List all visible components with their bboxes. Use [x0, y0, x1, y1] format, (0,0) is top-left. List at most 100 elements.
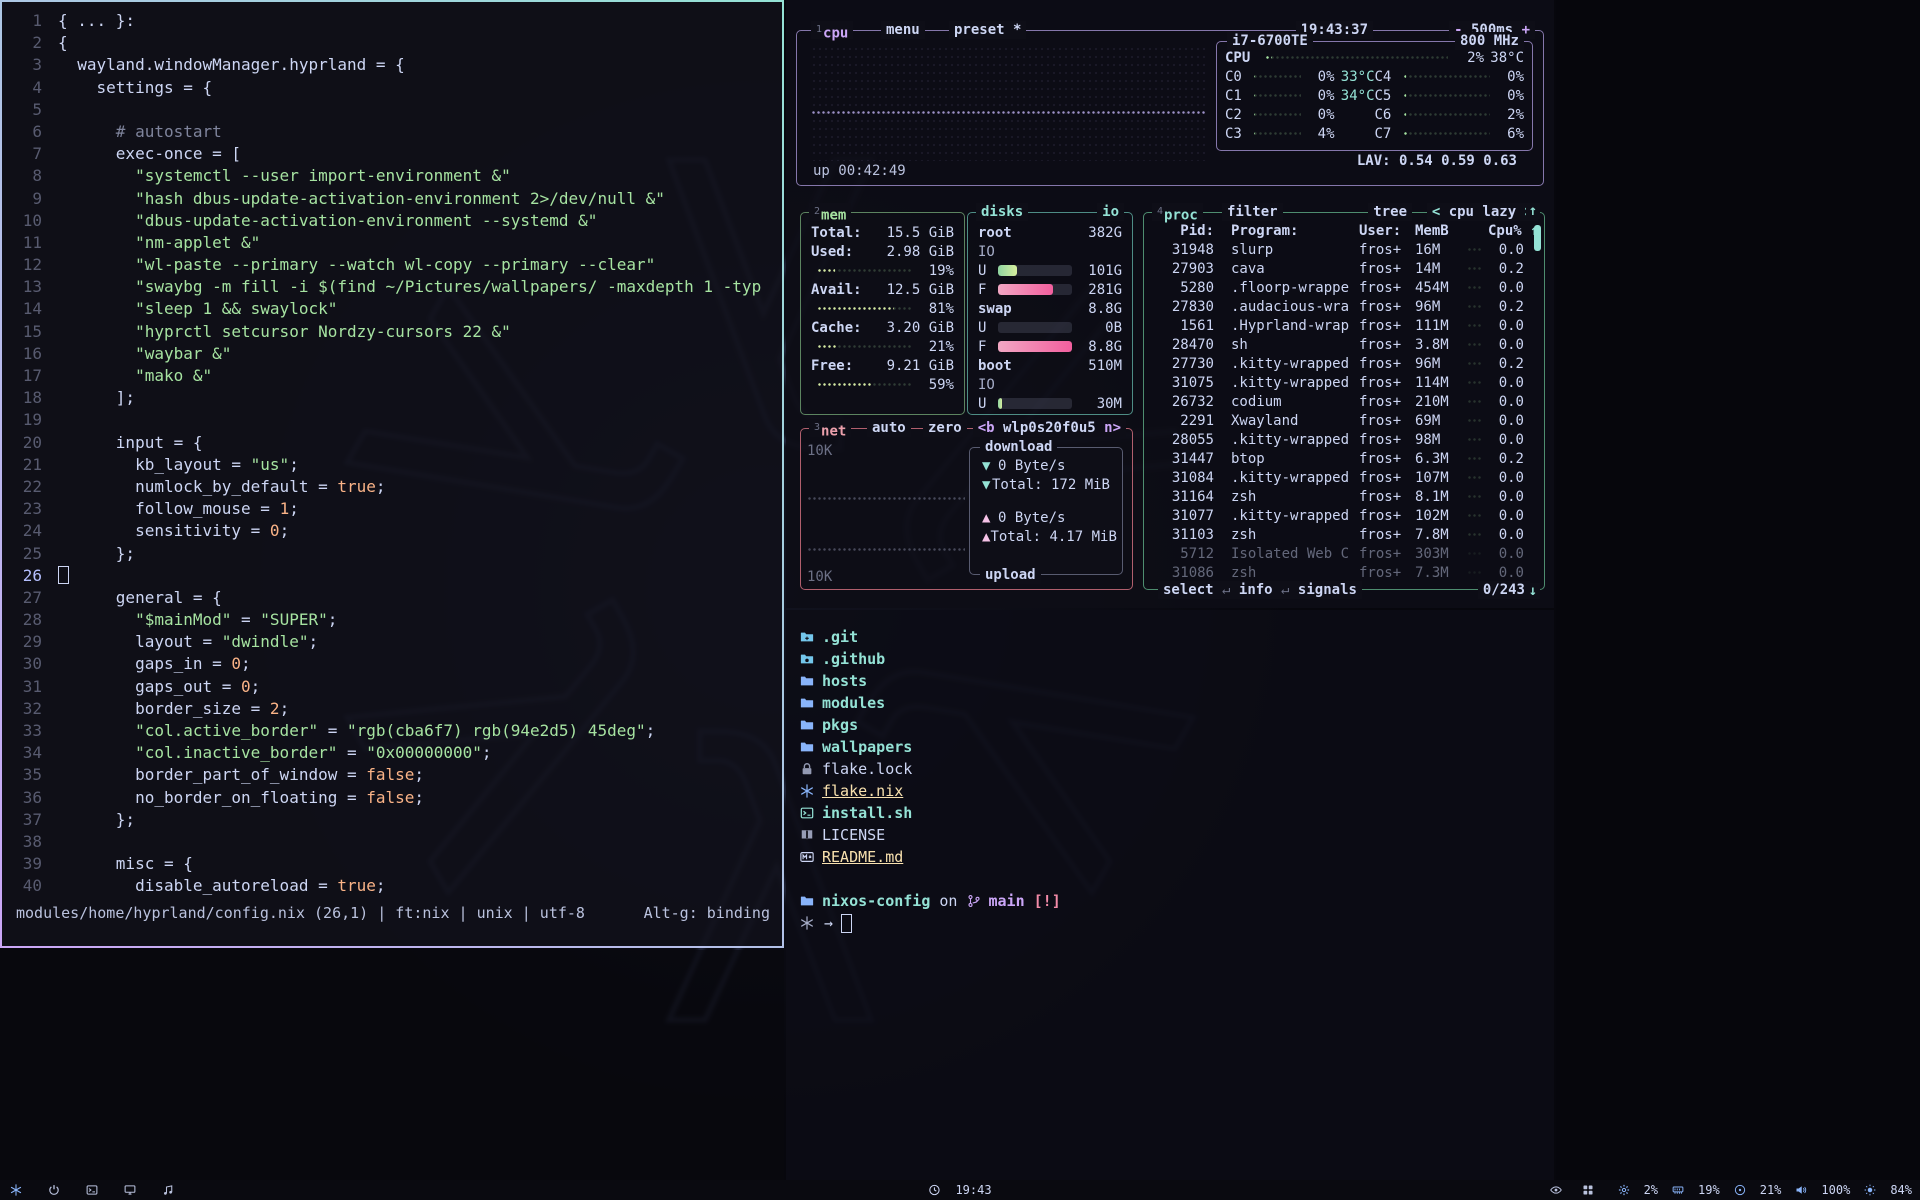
- terminal-button[interactable]: [86, 1184, 108, 1196]
- cpu-box-title[interactable]: 1cpu: [811, 21, 853, 39]
- disk-module[interactable]: 21%: [1734, 1183, 1782, 1197]
- process-row[interactable]: 31164zshfros+8.1M0.0: [1152, 487, 1534, 506]
- code-line[interactable]: 27 general = {: [2, 587, 782, 609]
- program-column-header[interactable]: Program:: [1231, 223, 1359, 239]
- memory-column-header[interactable]: MemB: [1415, 223, 1461, 239]
- tray-apps[interactable]: [1582, 1184, 1604, 1196]
- process-row[interactable]: 27903cavafros+14M0.2: [1152, 259, 1534, 278]
- code-line[interactable]: 40 disable_autoreload = true;: [2, 875, 782, 897]
- shell-input-line[interactable]: →: [800, 912, 1554, 934]
- power-button[interactable]: [48, 1184, 70, 1196]
- process-row[interactable]: 5280.floorp-wrappefros+454M0.0: [1152, 278, 1534, 297]
- code-line[interactable]: 35 border_part_of_window = false;: [2, 764, 782, 786]
- io-mode-button[interactable]: io: [1097, 203, 1124, 221]
- process-row[interactable]: 31084.kitty-wrappedfros+107M0.0: [1152, 468, 1534, 487]
- filter-button[interactable]: filter: [1222, 203, 1283, 221]
- code-line[interactable]: 14 "sleep 1 && swaylock": [2, 298, 782, 320]
- code-line[interactable]: 6 # autostart: [2, 121, 782, 143]
- process-row[interactable]: 2291Xwaylandfros+69M0.0: [1152, 411, 1534, 430]
- code-line[interactable]: 17 "mako &": [2, 365, 782, 387]
- process-row[interactable]: 26732codiumfros+210M0.0: [1152, 392, 1534, 411]
- disks-box-title[interactable]: disks: [976, 203, 1028, 221]
- process-scrollbar[interactable]: [1534, 225, 1541, 251]
- process-box-title[interactable]: 4proc: [1152, 203, 1203, 221]
- empty-bottom-left-window[interactable]: [0, 950, 784, 1182]
- code-line[interactable]: 25 };: [2, 543, 782, 565]
- preset-button[interactable]: preset *: [949, 21, 1026, 39]
- code-line[interactable]: 33 "col.active_border" = "rgb(cba6f7) rg…: [2, 720, 782, 742]
- code-line[interactable]: 16 "waybar &": [2, 343, 782, 365]
- code-line[interactable]: 30 gaps_in = 0;: [2, 653, 782, 675]
- code-line[interactable]: 4 settings = {: [2, 77, 782, 99]
- code-line[interactable]: 3 wayland.windowManager.hyprland = {: [2, 54, 782, 76]
- code-line[interactable]: 39 misc = {: [2, 853, 782, 875]
- memory-box-title[interactable]: 2mem: [809, 203, 851, 221]
- process-row[interactable]: 31086zshfros+7.3M0.0: [1152, 563, 1534, 582]
- code-line[interactable]: 5: [2, 99, 782, 121]
- menu-button[interactable]: menu: [881, 21, 925, 39]
- code-line[interactable]: 10 "dbus-update-activation-environment -…: [2, 210, 782, 232]
- code-line[interactable]: 13 "swaybg -m fill -i $(find ~/Pictures/…: [2, 276, 782, 298]
- code-line[interactable]: 18 ];: [2, 387, 782, 409]
- net-zero-button[interactable]: zero: [923, 419, 967, 437]
- user-column-header[interactable]: User:: [1359, 223, 1415, 239]
- code-line[interactable]: 37 };: [2, 809, 782, 831]
- code-line[interactable]: 15 "hyprctl setcursor Nordzy-cursors 22 …: [2, 321, 782, 343]
- code-line[interactable]: 9 "hash dbus-update-activation-environme…: [2, 188, 782, 210]
- scroll-up-arrow[interactable]: ↑: [1526, 203, 1540, 219]
- process-row[interactable]: 28470shfros+3.8M0.0: [1152, 335, 1534, 354]
- tray-idle-inhibitor[interactable]: [1550, 1184, 1572, 1196]
- interface-next-button[interactable]: n>: [1104, 420, 1121, 436]
- code-line[interactable]: 7 exec-once = [: [2, 143, 782, 165]
- code-text: follow_mouse = 1;: [58, 498, 299, 520]
- code-line[interactable]: 24 sensitivity = 0;: [2, 520, 782, 542]
- code-line[interactable]: 29 layout = "dwindle";: [2, 631, 782, 653]
- code-line[interactable]: 34 "col.inactive_border" = "0x00000000";: [2, 742, 782, 764]
- code-line[interactable]: 20 input = {: [2, 432, 782, 454]
- sort-prev-button[interactable]: <: [1432, 204, 1440, 220]
- code-line[interactable]: 8 "systemctl --user import-environment &…: [2, 165, 782, 187]
- process-row[interactable]: 31103zshfros+7.8M0.0: [1152, 525, 1534, 544]
- process-row[interactable]: 27730.kitty-wrappedfros+96M0.2: [1152, 354, 1534, 373]
- select-action[interactable]: select: [1163, 582, 1214, 598]
- cpu-module[interactable]: 2%: [1618, 1183, 1658, 1197]
- code-line[interactable]: 1{ ... }:: [2, 10, 782, 32]
- code-line[interactable]: 32 border_size = 2;: [2, 698, 782, 720]
- code-line[interactable]: 19: [2, 409, 782, 431]
- code-line[interactable]: 28 "$mainMod" = "SUPER";: [2, 609, 782, 631]
- bar-clock[interactable]: 19:43: [928, 1183, 991, 1197]
- code-line[interactable]: 22 numlock_by_default = true;: [2, 476, 782, 498]
- memory-module[interactable]: 19%: [1672, 1183, 1720, 1197]
- process-row[interactable]: 31948slurpfros+16M0.0: [1152, 240, 1534, 259]
- cpu-column-header[interactable]: Cpu% ↑: [1488, 223, 1524, 239]
- code-line[interactable]: 36 no_border_on_floating = false;: [2, 787, 782, 809]
- volume-module[interactable]: 100%: [1795, 1183, 1850, 1197]
- process-row[interactable]: 28055.kitty-wrappedfros+98M0.0: [1152, 430, 1534, 449]
- code-line[interactable]: 2{: [2, 32, 782, 54]
- code-line[interactable]: 21 kb_layout = "us";: [2, 454, 782, 476]
- interface-prev-button[interactable]: <b: [978, 420, 995, 436]
- code-line[interactable]: 26: [2, 565, 782, 587]
- process-row[interactable]: 31077.kitty-wrappedfros+102M0.0: [1152, 506, 1534, 525]
- tree-button[interactable]: tree: [1368, 203, 1412, 221]
- code-line[interactable]: 38: [2, 831, 782, 853]
- code-line[interactable]: 31 gaps_out = 0;: [2, 676, 782, 698]
- network-box-title[interactable]: 3net: [809, 419, 851, 437]
- brightness-module[interactable]: 84%: [1864, 1183, 1912, 1197]
- net-auto-button[interactable]: auto: [867, 419, 911, 437]
- code-line[interactable]: 11 "nm-applet &": [2, 232, 782, 254]
- process-row[interactable]: 31075.kitty-wrappedfros+114M0.0: [1152, 373, 1534, 392]
- process-row[interactable]: 1561.Hyprland-wrapfros+111M0.0: [1152, 316, 1534, 335]
- code-line[interactable]: 23 follow_mouse = 1;: [2, 498, 782, 520]
- media-button[interactable]: [162, 1184, 184, 1196]
- process-row[interactable]: 27830.audacious-wrafros+96M0.2: [1152, 297, 1534, 316]
- signals-action[interactable]: signals: [1298, 582, 1357, 598]
- display-button[interactable]: [124, 1184, 146, 1196]
- process-row[interactable]: 31447btopfros+6.3M0.2: [1152, 449, 1534, 468]
- info-action[interactable]: info: [1239, 582, 1273, 598]
- pid-column-header[interactable]: Pid:: [1152, 223, 1214, 239]
- empty-right-window[interactable]: [1556, 0, 1920, 1182]
- launcher-button[interactable]: [10, 1184, 32, 1196]
- code-line[interactable]: 12 "wl-paste --primary --watch wl-copy -…: [2, 254, 782, 276]
- process-row[interactable]: 5712Isolated Web Cfros+303M0.0: [1152, 544, 1534, 563]
